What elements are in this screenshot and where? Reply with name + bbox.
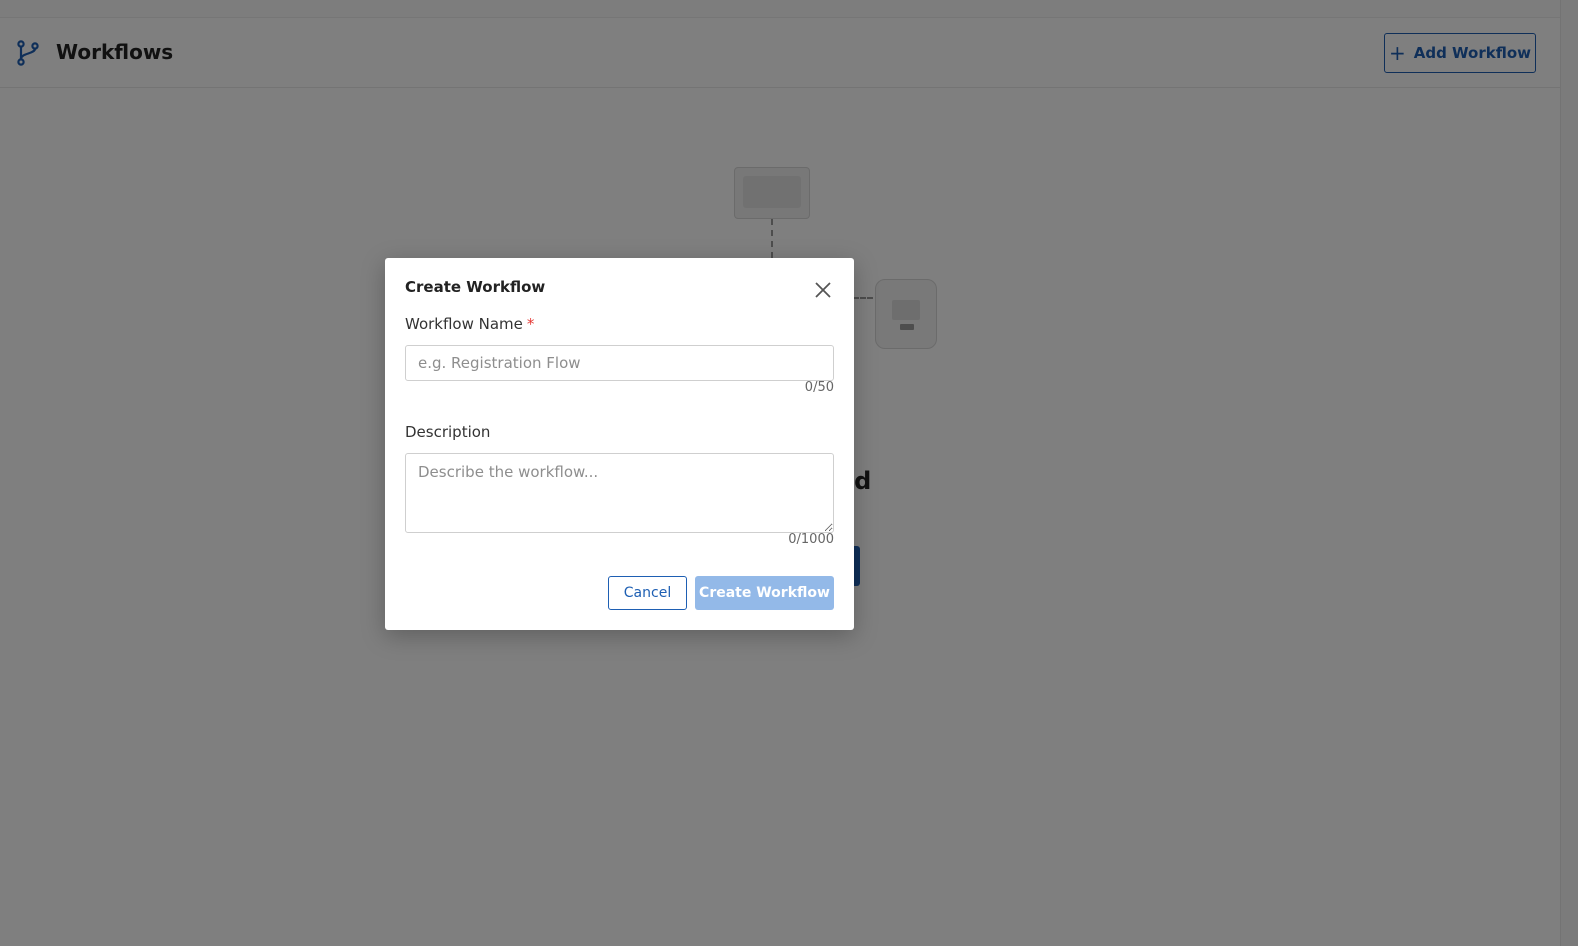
- dialog-title: Create Workflow: [405, 278, 546, 296]
- close-icon[interactable]: [813, 280, 833, 300]
- workflow-name-input[interactable]: [405, 345, 834, 381]
- create-workflow-button[interactable]: Create Workflow: [695, 576, 834, 610]
- description-counter: 0/1000: [788, 532, 834, 547]
- description-textarea[interactable]: [405, 453, 834, 533]
- create-workflow-dialog: Create Workflow Workflow Name* 0/50 Desc…: [385, 258, 854, 630]
- cancel-button[interactable]: Cancel: [608, 576, 687, 610]
- required-marker: *: [526, 315, 535, 333]
- workflow-name-label-text: Workflow Name: [405, 315, 523, 333]
- workflow-name-label: Workflow Name *: [405, 315, 534, 333]
- workflow-name-counter: 0/50: [804, 380, 834, 395]
- description-label: Description: [405, 423, 491, 441]
